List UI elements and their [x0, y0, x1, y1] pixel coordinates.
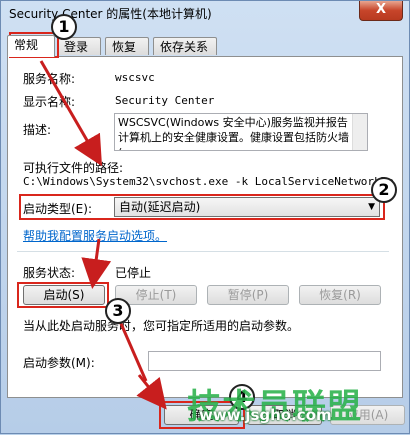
- arrow-1: [39, 60, 103, 167]
- arrow-2: [81, 238, 112, 289]
- step-badge-3: 3: [105, 298, 131, 324]
- watermark-url: www.jsgho.com: [199, 406, 332, 424]
- annotation-arrows: [39, 60, 167, 410]
- properties-window: Security Center 的属性(本地计算机) X 常规 登录 恢复 依存…: [0, 0, 410, 434]
- tab-general[interactable]: 常规: [7, 35, 55, 57]
- arrow-3a: [117, 318, 148, 382]
- step-badge-2: 2: [371, 177, 397, 203]
- arrow-3b: [136, 374, 167, 410]
